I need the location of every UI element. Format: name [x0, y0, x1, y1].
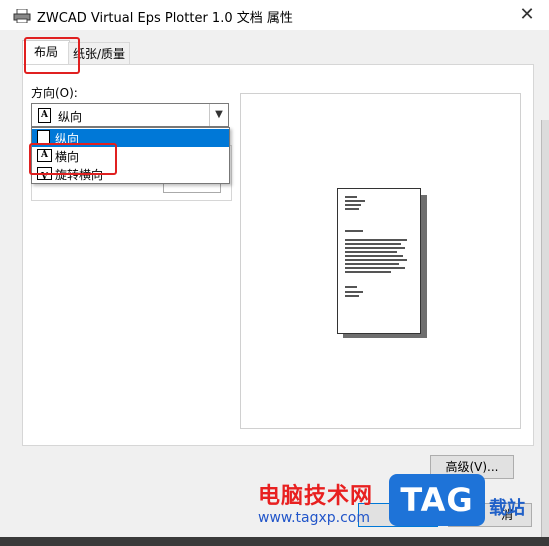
close-button[interactable]: ✕: [512, 0, 542, 30]
watermark-url: www.tagxp.com: [258, 510, 370, 526]
printer-icon: [13, 9, 31, 23]
watermark-tag-logo: TAG: [389, 474, 485, 526]
page-portrait-icon: A: [38, 108, 51, 123]
watermark-cn-text: 电脑技术网: [258, 484, 374, 509]
highlight-landscape-option: [29, 143, 117, 175]
preview-sheet: [337, 188, 421, 334]
properties-dialog: ZWCAD Virtual Eps Plotter 1.0 文档 属性 ✕ 布局…: [0, 0, 549, 546]
orientation-label: 方向(O):: [31, 86, 78, 100]
chevron-down-icon[interactable]: ▼: [209, 104, 228, 126]
orientation-selected-value: 纵向: [58, 110, 83, 124]
watermark-site-text: 载站: [489, 498, 525, 519]
close-icon: ✕: [519, 4, 535, 25]
window-title: ZWCAD Virtual Eps Plotter 1.0 文档 属性: [37, 11, 293, 26]
orientation-select[interactable]: A 纵向 ▼: [31, 103, 229, 127]
background-window-edge: [541, 120, 549, 546]
highlight-layout-tab: [24, 37, 80, 74]
title-bar: ZWCAD Virtual Eps Plotter 1.0 文档 属性 ✕: [0, 0, 549, 30]
tab-paper-quality-label: 纸张/质量: [72, 47, 126, 61]
taskbar-strip: [0, 537, 549, 546]
